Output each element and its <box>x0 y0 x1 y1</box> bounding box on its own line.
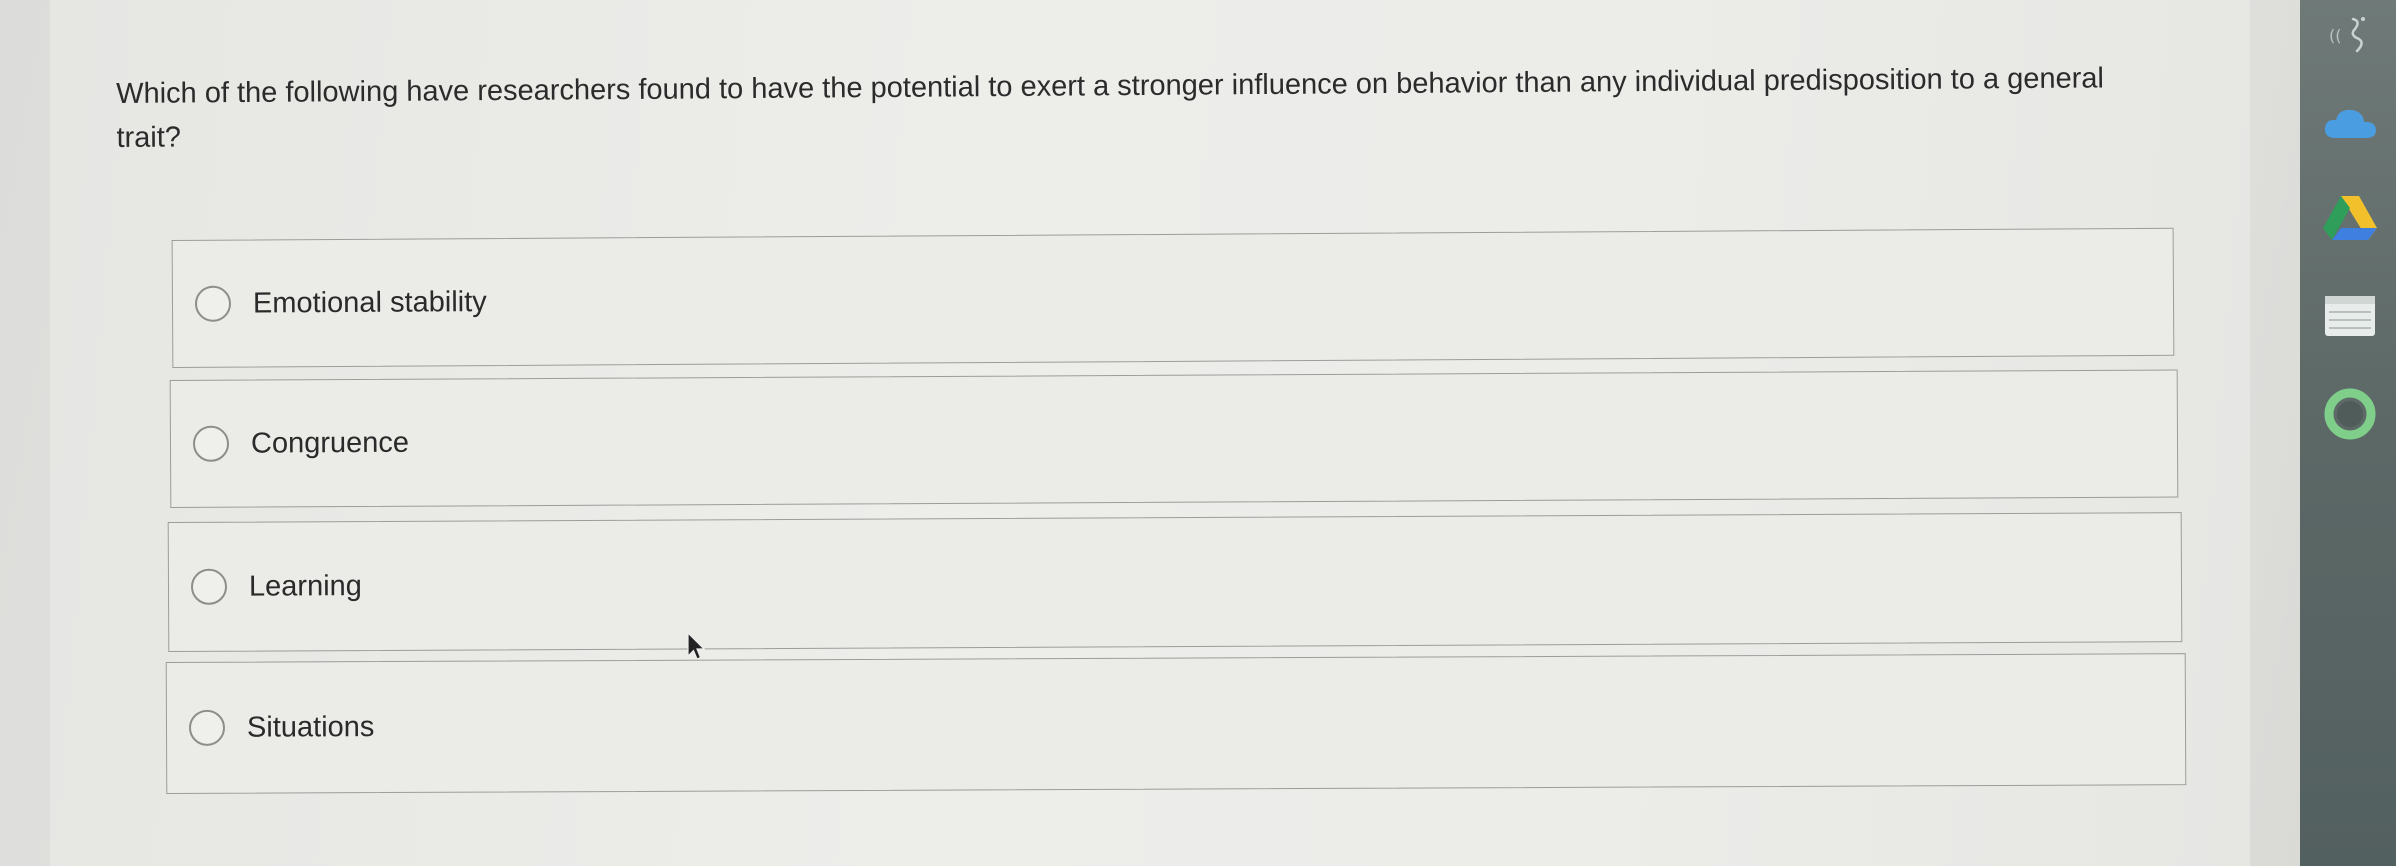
circle-app-icon[interactable] <box>2322 386 2378 442</box>
option-label: Congruence <box>250 426 410 460</box>
radio-button[interactable] <box>194 285 232 322</box>
quiz-page: Which of the following have researchers … <box>0 0 2300 866</box>
drive-icon[interactable] <box>2322 190 2378 246</box>
answer-option-learning[interactable]: Learning <box>167 512 2183 652</box>
extension-sidebar: (( <box>2300 0 2396 866</box>
mouse-pointer-icon <box>687 632 706 660</box>
option-label: Emotional stability <box>252 285 487 320</box>
accessibility-icon[interactable]: (( <box>2322 6 2378 62</box>
notes-icon[interactable] <box>2322 288 2378 344</box>
cloud-icon[interactable] <box>2322 96 2378 152</box>
answer-option-situations[interactable]: Situations <box>165 653 2187 794</box>
svg-text:((: (( <box>2329 26 2341 45</box>
question-text: Which of the following have researchers … <box>116 62 2104 154</box>
radio-button[interactable] <box>190 568 228 605</box>
answer-option-congruence[interactable]: Congruence <box>169 369 2179 508</box>
answer-option-emotional-stability[interactable]: Emotional stability <box>171 227 2175 368</box>
option-label: Learning <box>248 569 362 603</box>
option-label: Situations <box>246 710 375 744</box>
radio-button[interactable] <box>188 709 226 746</box>
radio-button[interactable] <box>192 425 230 462</box>
